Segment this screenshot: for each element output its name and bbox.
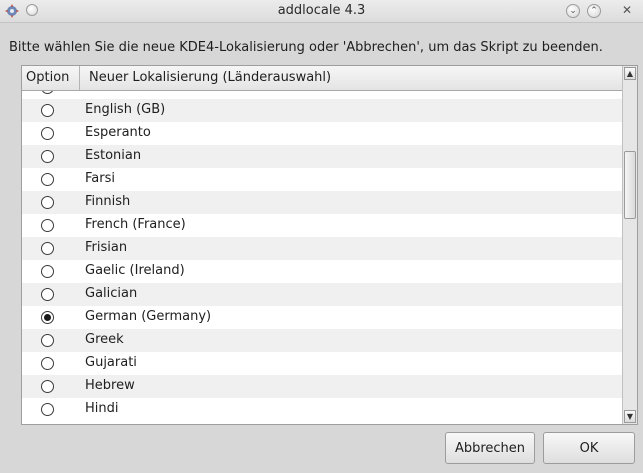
radio-button[interactable]: [41, 357, 54, 370]
scroll-up-arrow-icon[interactable]: ▲: [624, 67, 636, 80]
table-row[interactable]: English (GB): [22, 99, 622, 122]
locale-label: German (Germany): [85, 309, 212, 324]
radio-button[interactable]: [41, 104, 54, 117]
table-row[interactable]: Hebrew: [22, 375, 622, 398]
locale-label: Finnish: [85, 194, 131, 209]
locale-label: Esperanto: [85, 125, 151, 140]
table-row[interactable]: Galician: [22, 283, 622, 306]
radio-button[interactable]: [41, 91, 54, 94]
table-row[interactable]: French (France): [22, 214, 622, 237]
scroll-down-arrow-icon[interactable]: ▼: [624, 410, 636, 423]
locale-label: Hindi: [85, 401, 119, 416]
prompt-text: Bitte wählen Sie die neue KDE4-Lokalisie…: [9, 40, 603, 55]
table-header: Option Neuer Lokalisierung (Länderauswah…: [22, 66, 622, 91]
radio-button[interactable]: [41, 242, 54, 255]
locale-label: Farsi: [85, 171, 115, 186]
radio-button[interactable]: [41, 288, 54, 301]
radio-button[interactable]: [41, 150, 54, 163]
locale-table: Option Neuer Lokalisierung (Länderauswah…: [21, 65, 638, 425]
window-title: addlocale 4.3: [277, 3, 366, 18]
radio-button[interactable]: [41, 196, 54, 209]
table-row[interactable]: Hindi: [22, 398, 622, 421]
table-row[interactable]: Dutch: [22, 91, 622, 99]
locale-label: Estonian: [85, 148, 142, 163]
locale-label: Galician: [85, 286, 138, 301]
locale-label: Gaelic (Ireland): [85, 263, 185, 278]
table-row[interactable]: Finnish: [22, 191, 622, 214]
radio-button[interactable]: [41, 311, 54, 324]
radio-button[interactable]: [41, 403, 54, 416]
cancel-button[interactable]: Abbrechen: [445, 432, 535, 464]
locale-label: Frisian: [85, 240, 128, 255]
locale-label: French (France): [85, 217, 186, 232]
radio-button[interactable]: [41, 173, 54, 186]
close-button[interactable]: ✕: [620, 4, 634, 18]
radio-button[interactable]: [41, 265, 54, 278]
title-bar: addlocale 4.3 ⌄ ⌃ ✕: [0, 0, 643, 23]
table-row[interactable]: Farsi: [22, 168, 622, 191]
table-body: Dutch English (GB) Esperanto Estonian Farsi F…: [22, 91, 622, 424]
maximize-button[interactable]: ⌃: [587, 4, 601, 18]
table-row[interactable]: Estonian: [22, 145, 622, 168]
minimize-button[interactable]: ⌄: [566, 4, 580, 18]
locale-label: Greek: [85, 332, 124, 347]
table-row[interactable]: Gaelic (Ireland): [22, 260, 622, 283]
radio-button[interactable]: [41, 127, 54, 140]
radio-button[interactable]: [41, 380, 54, 393]
column-header-option[interactable]: Option: [22, 66, 80, 90]
column-header-locale[interactable]: Neuer Lokalisierung (Länderauswahl): [80, 66, 622, 90]
table-row[interactable]: Greek: [22, 329, 622, 352]
scrollbar-thumb[interactable]: [624, 151, 636, 219]
locale-label: Gujarati: [85, 355, 137, 370]
locale-label: Hebrew: [85, 378, 135, 393]
locale-label: Dutch: [85, 91, 124, 94]
ok-button[interactable]: OK: [543, 432, 635, 464]
radio-button[interactable]: [41, 334, 54, 347]
table-row[interactable]: Esperanto: [22, 122, 622, 145]
locale-label: English (GB): [85, 102, 166, 117]
table-row[interactable]: Frisian: [22, 237, 622, 260]
radio-button[interactable]: [41, 219, 54, 232]
table-row[interactable]: German (Germany): [22, 306, 622, 329]
vertical-scrollbar[interactable]: ▲ ▼: [622, 66, 637, 424]
table-rows: Dutch English (GB) Esperanto Estonian Farsi F…: [22, 91, 622, 421]
table-row[interactable]: Gujarati: [22, 352, 622, 375]
